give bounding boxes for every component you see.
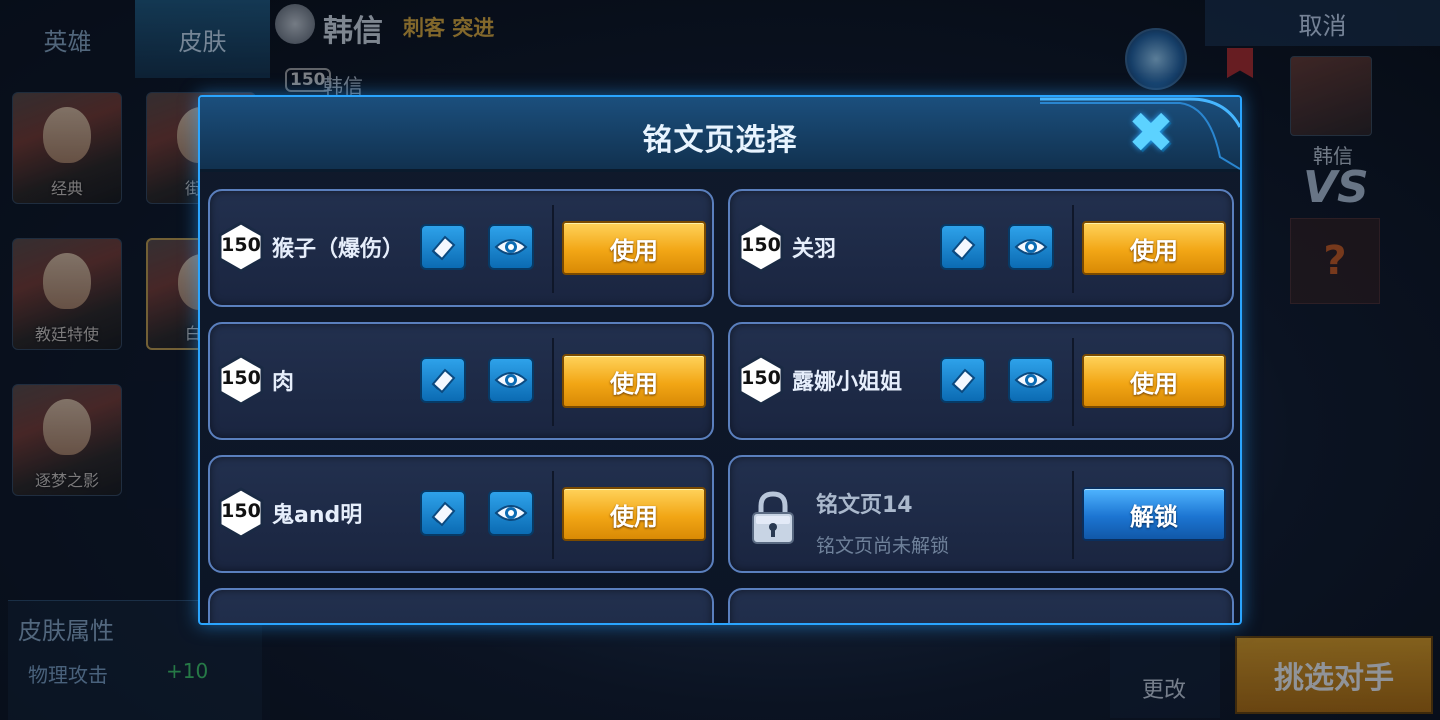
tab-hero[interactable]: 英雄 bbox=[0, 0, 135, 78]
page-level: 150 bbox=[741, 234, 781, 256]
page-level: 150 bbox=[221, 234, 261, 256]
use-button[interactable]: 使用 bbox=[562, 221, 706, 275]
change-label: 更改 bbox=[1142, 678, 1187, 703]
page-name: 肉 bbox=[272, 370, 295, 395]
skin-label: 经典 bbox=[50, 179, 83, 198]
preview-button[interactable] bbox=[488, 357, 534, 403]
preview-button[interactable] bbox=[488, 224, 534, 270]
preview-button[interactable] bbox=[488, 490, 534, 536]
hexagon-level-badge: 150 bbox=[738, 221, 784, 273]
page-level: 150 bbox=[741, 367, 781, 389]
padlock-icon bbox=[752, 491, 794, 544]
page-name: 猴子（爆伤） bbox=[272, 237, 405, 262]
hexagon-level-badge: 150 bbox=[218, 221, 264, 273]
skin-label: 逐梦之影 bbox=[34, 471, 99, 490]
player-avatar bbox=[1290, 56, 1372, 136]
opponent-slot: ? bbox=[1290, 218, 1380, 304]
card-divider bbox=[552, 338, 554, 426]
hero-role-icon bbox=[275, 4, 315, 44]
page-level: 150 bbox=[221, 500, 261, 522]
skin-thumb[interactable]: 经典 bbox=[12, 92, 122, 204]
use-button[interactable]: 使用 bbox=[562, 354, 706, 408]
skin-attr-title: 皮肤属性 bbox=[18, 617, 114, 645]
change-button[interactable]: 更改 bbox=[1110, 630, 1220, 718]
edit-button[interactable] bbox=[940, 357, 986, 403]
skill-icon bbox=[1125, 28, 1187, 90]
page-name: 鬼and明 bbox=[272, 503, 363, 528]
modal-title: 铭文页选择 bbox=[642, 123, 798, 158]
mystery-label: ? bbox=[1323, 238, 1347, 284]
eye-icon bbox=[1014, 239, 1048, 255]
card-divider bbox=[552, 205, 554, 293]
card-divider bbox=[1072, 338, 1074, 426]
hexagon-level-badge: 150 bbox=[218, 354, 264, 406]
hero-name: 韩信 bbox=[323, 14, 383, 49]
modal-header: 铭文页选择 ✖ bbox=[200, 97, 1240, 172]
tab-skin[interactable]: 皮肤 bbox=[135, 0, 270, 78]
edit-button[interactable] bbox=[420, 224, 466, 270]
page-level: 150 bbox=[221, 367, 261, 389]
stat-value: +10 bbox=[166, 659, 209, 683]
eraser-edit-icon bbox=[951, 235, 976, 261]
inscription-page-card[interactable]: 150 肉 使用 bbox=[208, 322, 714, 440]
page-name: 露娜小姐姐 bbox=[792, 370, 903, 395]
card-divider bbox=[552, 471, 554, 559]
close-x-icon: ✖ bbox=[1127, 101, 1175, 166]
inscription-page-card[interactable] bbox=[728, 588, 1234, 623]
eye-icon bbox=[1014, 372, 1048, 388]
skin-label: 教廷特使 bbox=[34, 325, 99, 344]
locked-page-name: 铭文页14 bbox=[816, 493, 913, 518]
card-divider bbox=[1072, 471, 1074, 559]
inscription-page-card[interactable]: 150 猴子（爆伤） 使用 bbox=[208, 189, 714, 307]
use-button[interactable]: 使用 bbox=[1082, 221, 1226, 275]
pick-opponent-button[interactable]: 挑选对手 bbox=[1235, 636, 1433, 714]
cancel-button[interactable]: 取消 bbox=[1205, 0, 1440, 46]
edit-button[interactable] bbox=[420, 490, 466, 536]
eye-icon bbox=[494, 372, 528, 388]
use-button[interactable]: 使用 bbox=[1082, 354, 1226, 408]
card-divider bbox=[1072, 205, 1074, 293]
skin-thumb[interactable]: 逐梦之影 bbox=[12, 384, 122, 496]
inscription-page-modal: 铭文页选择 ✖ 150 猴子（爆伤） 使用 150 关羽 使用 150 肉 使用… bbox=[198, 95, 1242, 625]
eraser-edit-icon bbox=[431, 235, 456, 261]
unlock-button[interactable]: 解锁 bbox=[1082, 487, 1226, 541]
eraser-edit-icon bbox=[431, 368, 456, 394]
locked-page-status: 铭文页尚未解锁 bbox=[816, 535, 950, 557]
use-button[interactable]: 使用 bbox=[562, 487, 706, 541]
eraser-edit-icon bbox=[951, 368, 976, 394]
vs-label: VS bbox=[1303, 162, 1369, 213]
locked-page-card: 铭文页14 铭文页尚未解锁 解锁 bbox=[728, 455, 1234, 573]
inscription-page-card[interactable] bbox=[208, 588, 714, 623]
edit-button[interactable] bbox=[420, 357, 466, 403]
hexagon-level-badge: 150 bbox=[218, 487, 264, 539]
hero-roles: 刺客 突进 bbox=[403, 16, 495, 40]
close-button[interactable]: ✖ bbox=[1124, 101, 1178, 166]
rank-flag-icon bbox=[1227, 48, 1253, 78]
preview-button[interactable] bbox=[1008, 224, 1054, 270]
hexagon-level-badge: 150 bbox=[738, 354, 784, 406]
page-name: 关羽 bbox=[792, 237, 837, 262]
eraser-edit-icon bbox=[431, 501, 456, 527]
edit-button[interactable] bbox=[940, 224, 986, 270]
eye-icon bbox=[494, 239, 528, 255]
skin-thumb[interactable]: 教廷特使 bbox=[12, 238, 122, 350]
stat-label: 物理攻击 bbox=[28, 663, 108, 687]
inscription-page-card[interactable]: 150 关羽 使用 bbox=[728, 189, 1234, 307]
eye-icon bbox=[494, 505, 528, 521]
inscription-page-card[interactable]: 150 鬼and明 使用 bbox=[208, 455, 714, 573]
preview-button[interactable] bbox=[1008, 357, 1054, 403]
inscription-page-card[interactable]: 150 露娜小姐姐 使用 bbox=[728, 322, 1234, 440]
hero-header: 韩信 刺客 突进 150 韩信 bbox=[275, 0, 505, 98]
